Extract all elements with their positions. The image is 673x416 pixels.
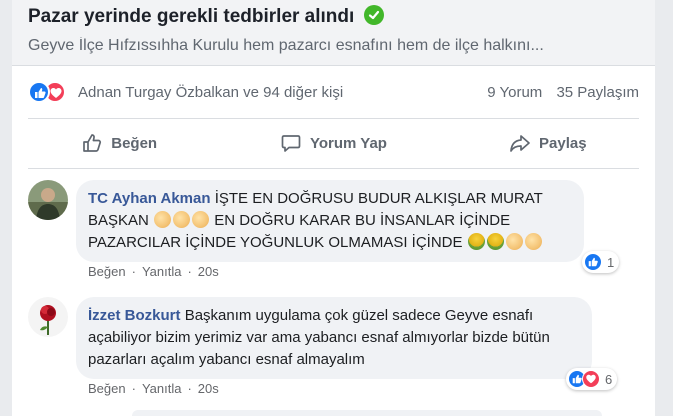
clapping-hands-icon bbox=[524, 233, 542, 250]
comment-reactions[interactable]: 6 bbox=[566, 368, 618, 390]
comment-reaction-count: 1 bbox=[607, 254, 615, 270]
separator-dot: · bbox=[131, 381, 136, 396]
comment-bubble: TC Ayhan Akman İŞTE EN DOĞRUSU BUDUR ALK… bbox=[76, 180, 584, 262]
separator-dot: · bbox=[131, 264, 136, 279]
person-raising-hands-icon bbox=[486, 233, 504, 250]
verified-check-icon bbox=[363, 5, 384, 25]
link-preview-title[interactable]: Pazar yerinde gerekli tedbirler alındı bbox=[28, 5, 384, 28]
post-actions: Beğen Yorum Yap Paylaş bbox=[12, 118, 655, 168]
speech-bubble-icon bbox=[281, 135, 301, 152]
link-preview[interactable]: Pazar yerinde gerekli tedbirler alındı G… bbox=[12, 0, 655, 66]
thumbs-up-icon bbox=[83, 134, 102, 152]
comment-actions: Beğen · Yanıtla · 20s bbox=[88, 381, 219, 396]
share-count[interactable]: 35 Paylaşım bbox=[556, 84, 639, 101]
post-card: Pazar yerinde gerekli tedbirler alındı G… bbox=[12, 0, 655, 416]
comment-item: İzzet Bozkurt Başkanım uygulama çok güze… bbox=[28, 297, 639, 407]
avatar[interactable] bbox=[28, 297, 68, 337]
comment-reply-link[interactable]: Yanıtla bbox=[142, 381, 182, 396]
reaction-names[interactable]: Adnan Turgay Özbalkan ve 94 diğer kişi bbox=[78, 84, 343, 101]
link-preview-title-text[interactable]: Pazar yerinde gerekli tedbirler alındı bbox=[28, 6, 354, 27]
comment-button-label: Yorum Yap bbox=[310, 134, 387, 152]
comment-item: TC Ayhan Akman İŞTE EN DOĞRUSU BUDUR ALK… bbox=[28, 180, 639, 290]
comment-text: açabiliyor bizim yerimiz var ama yabancı… bbox=[88, 329, 550, 346]
next-comment-bubble bbox=[132, 410, 602, 416]
engagement-counts: 9 Yorum 35 Paylaşım bbox=[477, 84, 639, 101]
like-reaction-icon bbox=[28, 81, 50, 103]
comment-like-link[interactable]: Beğen bbox=[88, 381, 126, 396]
share-button[interactable]: Paylaş bbox=[441, 118, 655, 168]
clapping-hands-icon bbox=[173, 211, 191, 228]
share-button-label: Paylaş bbox=[539, 134, 587, 152]
like-button[interactable]: Beğen bbox=[12, 118, 226, 168]
reaction-icons[interactable] bbox=[28, 81, 66, 103]
like-button-label: Beğen bbox=[111, 134, 158, 152]
link-preview-description: Geyve İlçe Hıfzıssıhha Kurulu hem pazarc… bbox=[28, 37, 544, 54]
comment-reactions[interactable]: 1 bbox=[582, 251, 620, 273]
clapping-hands-icon bbox=[505, 233, 523, 250]
comment-author[interactable]: İzzet Bozkurt bbox=[88, 307, 181, 324]
comment-author[interactable]: TC Ayhan Akman bbox=[88, 190, 211, 207]
comment-bubble: İzzet Bozkurt Başkanım uygulama çok güze… bbox=[76, 297, 592, 379]
avatar[interactable] bbox=[28, 180, 68, 220]
comment-text: pazarları açalım yabancı esnaf almayalım bbox=[88, 351, 365, 368]
comment-button[interactable]: Yorum Yap bbox=[226, 118, 440, 168]
separator-dot: · bbox=[187, 264, 192, 279]
comment-timestamp[interactable]: 20s bbox=[198, 381, 219, 396]
share-arrow-icon bbox=[510, 135, 530, 152]
comment-actions: Beğen · Yanıtla · 20s bbox=[88, 264, 219, 279]
comment-reply-link[interactable]: Yanıtla bbox=[142, 264, 182, 279]
divider bbox=[28, 168, 639, 169]
comment-text: EN DOĞRU KARAR BU İNSANLAR İÇİNDE bbox=[214, 212, 511, 229]
comment-text: BAŞKAN bbox=[88, 212, 149, 229]
comment-like-link[interactable]: Beğen bbox=[88, 264, 126, 279]
separator-dot: · bbox=[187, 381, 192, 396]
person-raising-hands-icon bbox=[467, 233, 485, 250]
comment-timestamp[interactable]: 20s bbox=[198, 264, 219, 279]
reactions-bar: Adnan Turgay Özbalkan ve 94 diğer kişi 9… bbox=[12, 66, 655, 118]
love-reaction-icon bbox=[582, 370, 600, 388]
comment-text: İŞTE EN DOĞRUSU BUDUR ALKIŞLAR MURAT bbox=[214, 190, 543, 207]
clapping-hands-icon bbox=[192, 211, 210, 228]
comment-reaction-count: 6 bbox=[605, 371, 613, 387]
clapping-hands-icon bbox=[154, 211, 172, 228]
comment-text: PAZARCILAR İÇİNDE YOĞUNLUK OLMAMASI İÇİN… bbox=[88, 234, 463, 251]
comment-count[interactable]: 9 Yorum bbox=[487, 84, 542, 101]
comment-text: Başkanım uygulama çok güzel sadece Geyve… bbox=[184, 307, 534, 324]
like-reaction-icon bbox=[584, 253, 602, 271]
